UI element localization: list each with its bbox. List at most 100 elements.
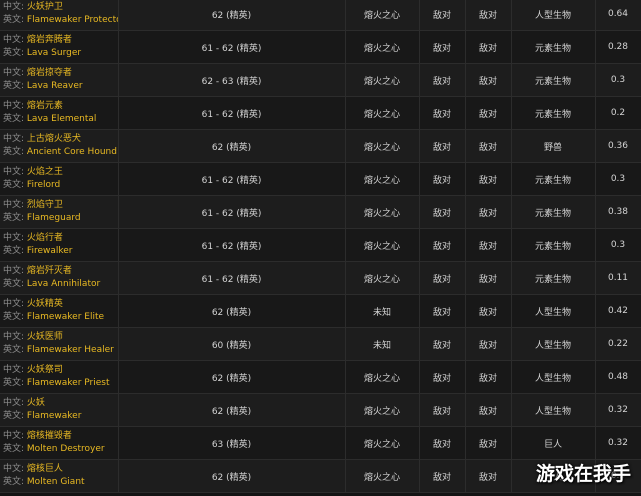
npc-chinese-name-link[interactable]: 熔岩歼灭者	[27, 266, 72, 276]
table-row: 中文: 火妖医师 英文: Flamewaker Healer 60 (精英) 未知 敌对…	[0, 327, 641, 361]
english-name-line: 英文: Molten Destroyer	[3, 443, 117, 456]
english-name-line: 英文: Ancient Core Hound	[3, 146, 117, 159]
npc-chinese-name-link[interactable]: 烈焰守卫	[27, 200, 63, 210]
chinese-label: 中文:	[3, 332, 25, 342]
npc-english-name-link[interactable]: Firelord	[27, 180, 60, 190]
table-row: 中文: 熔岩奔腾者 英文: Lava Surger 61 - 62 (精英) 熔火之心…	[0, 30, 641, 64]
npc-chinese-name-link[interactable]: 熔岩掠夺者	[27, 68, 72, 78]
npc-faction: 熔火之心	[345, 96, 420, 130]
npc-name-cell: 中文: 火妖医师 英文: Flamewaker Healer	[0, 327, 119, 361]
npc-value: 0.22	[595, 327, 641, 361]
english-name-line: 英文: Lava Elemental	[3, 113, 117, 126]
npc-english-name-link[interactable]: Flamewaker	[27, 411, 82, 421]
chinese-label: 中文:	[3, 464, 25, 474]
npc-chinese-name-link[interactable]: 火妖祭司	[27, 365, 63, 375]
npc-creature-type: 人型生物	[511, 327, 596, 361]
english-name-line: 英文: Molten Giant	[3, 476, 117, 489]
npc-chinese-name-link[interactable]: 火妖医师	[27, 332, 63, 342]
chinese-name-line: 中文: 熔岩元素	[3, 100, 117, 113]
npc-chinese-name-link[interactable]: 熔岩元素	[27, 101, 63, 111]
npc-english-name-link[interactable]: Flamewaker Elite	[27, 312, 104, 322]
alliance-reaction: 敌对	[419, 195, 466, 229]
horde-reaction: 敌对	[465, 261, 512, 295]
horde-reaction: 敌对	[465, 30, 512, 64]
npc-faction: 未知	[345, 327, 420, 361]
english-name-line: 英文: Flamewaker Priest	[3, 377, 117, 390]
npc-name-cell: 中文: 烈焰守卫 英文: Flameguard	[0, 195, 119, 229]
english-label: 英文:	[3, 477, 25, 487]
english-name-line: 英文: Lava Reaver	[3, 80, 117, 93]
npc-english-name-link[interactable]: Ancient Core Hound	[27, 147, 117, 157]
npc-english-name-link[interactable]: Lava Reaver	[27, 81, 83, 91]
horde-reaction: 敌对	[465, 393, 512, 427]
npc-table-body: 中文: 火妖护卫 英文: Flamewaker Protector 62 (精英) 熔…	[0, 0, 641, 493]
npc-name-cell: 中文: 火妖 英文: Flamewaker	[0, 393, 119, 427]
npc-name-cell: 中文: 火焰之王 英文: Firelord	[0, 162, 119, 196]
npc-chinese-name-link[interactable]: 熔核巨人	[27, 464, 63, 474]
npc-english-name-link[interactable]: Molten Giant	[27, 477, 85, 487]
table-row: 中文: 火焰之王 英文: Firelord 61 - 62 (精英) 熔火之心 敌对 敌对…	[0, 162, 641, 196]
english-name-line: 英文: Flamewaker	[3, 410, 117, 423]
chinese-name-line: 中文: 熔岩掠夺者	[3, 67, 117, 80]
npc-chinese-name-link[interactable]: 火妖护卫	[27, 2, 63, 12]
npc-english-name-link[interactable]: Flamewaker Healer	[27, 345, 114, 355]
horde-reaction: 敌对	[465, 0, 512, 31]
npc-chinese-name-link[interactable]: 熔岩奔腾者	[27, 35, 72, 45]
npc-faction: 熔火之心	[345, 129, 420, 163]
npc-chinese-name-link[interactable]: 火焰行者	[27, 233, 63, 243]
npc-english-name-link[interactable]: Lava Elemental	[27, 114, 97, 124]
npc-name-cell: 中文: 熔岩歼灭者 英文: Lava Annihilator	[0, 261, 119, 295]
horde-reaction: 敌对	[465, 96, 512, 130]
npc-english-name-link[interactable]: Lava Surger	[27, 48, 81, 58]
chinese-name-line: 中文: 火妖医师	[3, 331, 117, 344]
table-row: 中文: 熔核摧毁者 英文: Molten Destroyer 63 (精英) 熔火之心…	[0, 426, 641, 460]
npc-level: 62 (精英)	[118, 294, 346, 328]
npc-value: 0.3	[595, 63, 641, 97]
chinese-name-line: 中文: 火妖精英	[3, 298, 117, 311]
npc-english-name-link[interactable]: Lava Annihilator	[27, 279, 100, 289]
npc-level: 62 (精英)	[118, 0, 346, 31]
horde-reaction: 敌对	[465, 360, 512, 394]
english-label: 英文:	[3, 48, 25, 58]
npc-level: 62 - 63 (精英)	[118, 63, 346, 97]
npc-english-name-link[interactable]: Flameguard	[27, 213, 81, 223]
chinese-label: 中文:	[3, 101, 25, 111]
npc-faction: 熔火之心	[345, 30, 420, 64]
npc-chinese-name-link[interactable]: 熔核摧毁者	[27, 431, 72, 441]
npc-value: 0.28	[595, 30, 641, 64]
english-name-line: 英文: Flamewaker Protector	[3, 14, 117, 27]
npc-chinese-name-link[interactable]: 火妖精英	[27, 299, 63, 309]
npc-level: 61 - 62 (精英)	[118, 96, 346, 130]
english-label: 英文:	[3, 279, 25, 289]
chinese-name-line: 中文: 火焰之王	[3, 166, 117, 179]
english-label: 英文:	[3, 378, 25, 388]
npc-level: 61 - 62 (精英)	[118, 162, 346, 196]
npc-name-cell: 中文: 熔核摧毁者 英文: Molten Destroyer	[0, 426, 119, 460]
alliance-reaction: 敌对	[419, 261, 466, 295]
horde-reaction: 敌对	[465, 459, 512, 493]
npc-level: 62 (精英)	[118, 393, 346, 427]
npc-chinese-name-link[interactable]: 火焰之王	[27, 167, 63, 177]
npc-english-name-link[interactable]: Flamewaker Priest	[27, 378, 110, 388]
npc-english-name-link[interactable]: Firewalker	[27, 246, 73, 256]
npc-chinese-name-link[interactable]: 上古熔火恶犬	[27, 134, 81, 144]
npc-faction: 未知	[345, 294, 420, 328]
npc-level: 62 (精英)	[118, 459, 346, 493]
npc-level: 61 - 62 (精英)	[118, 195, 346, 229]
table-row: 中文: 熔岩掠夺者 英文: Lava Reaver 62 - 63 (精英) 熔火之心…	[0, 63, 641, 97]
npc-english-name-link[interactable]: Flamewaker Protector	[27, 15, 117, 25]
english-label: 英文:	[3, 81, 25, 91]
npc-chinese-name-link[interactable]: 火妖	[27, 398, 45, 408]
horde-reaction: 敌对	[465, 228, 512, 262]
npc-value: 0.42	[595, 294, 641, 328]
npc-english-name-link[interactable]: Molten Destroyer	[27, 444, 105, 454]
horde-reaction: 敌对	[465, 294, 512, 328]
npc-value: 0.48	[595, 360, 641, 394]
horde-reaction: 敌对	[465, 426, 512, 460]
npc-name-cell: 中文: 熔岩元素 英文: Lava Elemental	[0, 96, 119, 130]
chinese-label: 中文:	[3, 35, 25, 45]
english-name-line: 英文: Flamewaker Healer	[3, 344, 117, 357]
npc-creature-type: 人型生物	[511, 0, 596, 31]
alliance-reaction: 敌对	[419, 228, 466, 262]
npc-name-cell: 中文: 火妖护卫 英文: Flamewaker Protector	[0, 0, 119, 31]
